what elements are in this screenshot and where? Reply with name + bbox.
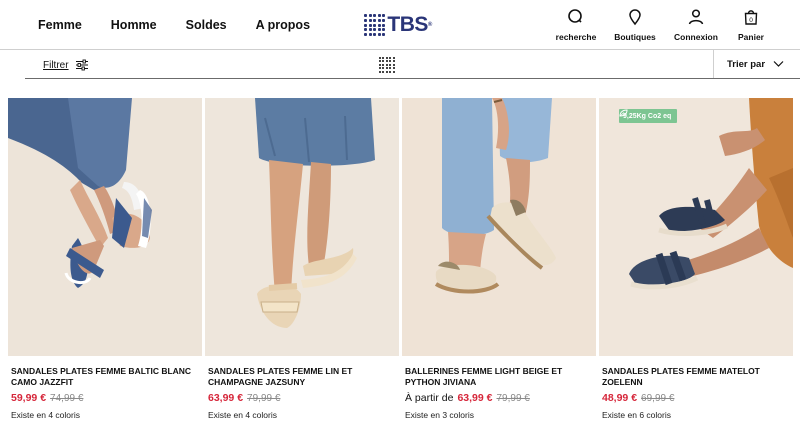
product-image bbox=[205, 98, 399, 356]
product-card[interactable]: 9,25Kg Co2 eq SANDALES PLATES FEMME MATE… bbox=[599, 98, 793, 420]
leaf-icon bbox=[619, 109, 628, 117]
product-image bbox=[8, 98, 202, 356]
sale-price: 59,99 € bbox=[11, 392, 47, 404]
login-button[interactable]: Connexion bbox=[666, 7, 726, 42]
brand-logo[interactable]: TBS® bbox=[364, 14, 432, 36]
filter-label: Filtrer bbox=[43, 59, 69, 71]
color-count: Existe en 4 coloris bbox=[11, 410, 80, 420]
product-card[interactable]: SANDALES PLATES FEMME LIN ET CHAMPAGNE J… bbox=[205, 98, 399, 420]
filter-bar: Filtrer Trier par bbox=[25, 50, 800, 79]
product-prices: 59,99 € 74,99 € bbox=[8, 392, 202, 404]
grid-view-icon[interactable] bbox=[379, 57, 395, 73]
header-tools: recherche Boutiques Connexion 0 Panier bbox=[540, 7, 800, 47]
sale-price: 48,99 € bbox=[602, 392, 638, 404]
product-photo[interactable] bbox=[402, 98, 596, 356]
chevron-down-icon bbox=[773, 61, 784, 67]
color-count: Existe en 4 coloris bbox=[208, 410, 277, 420]
product-card[interactable]: BALLERINES FEMME LIGHT BEIGE ET PYTHON J… bbox=[402, 98, 596, 420]
stores-label: Boutiques bbox=[614, 32, 656, 42]
sale-price: 63,99 € bbox=[457, 392, 493, 404]
cart-label: Panier bbox=[738, 32, 764, 42]
site-header: Femme Homme Soldes A propos TBS® recherc… bbox=[0, 0, 800, 50]
sale-price: 63,99 € bbox=[208, 392, 244, 404]
co2-badge-label: 9,25Kg Co2 eq bbox=[623, 112, 672, 120]
nav-item-femme[interactable]: Femme bbox=[38, 18, 82, 32]
color-count: Existe en 3 coloris bbox=[405, 410, 474, 420]
location-pin-icon bbox=[629, 9, 641, 26]
co2-badge: 9,25Kg Co2 eq bbox=[619, 109, 678, 123]
product-prices: À partir de 63,99 € 79,99 € bbox=[402, 392, 596, 404]
filter-button[interactable]: Filtrer bbox=[43, 58, 89, 72]
product-image bbox=[402, 98, 596, 356]
nav-item-soldes[interactable]: Soldes bbox=[186, 18, 227, 32]
product-prices: 63,99 € 79,99 € bbox=[205, 392, 399, 404]
product-name[interactable]: BALLERINES FEMME LIGHT BEIGE ET PYTHON J… bbox=[402, 366, 596, 387]
sort-label: Trier par bbox=[727, 58, 766, 70]
product-name[interactable]: SANDALES PLATES FEMME BALTIC BLANC CAMO … bbox=[8, 366, 202, 387]
login-label: Connexion bbox=[674, 32, 718, 42]
user-icon bbox=[688, 9, 704, 25]
original-price: 79,99 € bbox=[496, 393, 530, 404]
stores-button[interactable]: Boutiques bbox=[605, 7, 665, 42]
original-price: 69,99 € bbox=[641, 393, 675, 404]
logo-text: TBS® bbox=[387, 13, 432, 36]
product-photo[interactable] bbox=[205, 98, 399, 356]
search-button[interactable]: recherche bbox=[546, 7, 606, 42]
search-label: recherche bbox=[555, 32, 597, 42]
color-count: Existe en 6 coloris bbox=[602, 410, 671, 420]
product-photo[interactable] bbox=[8, 98, 202, 356]
product-photo[interactable]: 9,25Kg Co2 eq bbox=[599, 98, 793, 356]
product-prices: 48,99 € 69,99 € bbox=[599, 392, 793, 404]
original-price: 74,99 € bbox=[50, 393, 84, 404]
product-card[interactable]: SANDALES PLATES FEMME BALTIC BLANC CAMO … bbox=[8, 98, 202, 420]
product-name[interactable]: SANDALES PLATES FEMME LIN ET CHAMPAGNE J… bbox=[205, 366, 399, 387]
product-name[interactable]: SANDALES PLATES FEMME MATELOT ZOELENN bbox=[599, 366, 793, 387]
bag-icon: 0 bbox=[744, 10, 758, 25]
price-prefix: À partir de bbox=[405, 392, 454, 404]
nav-item-homme[interactable]: Homme bbox=[111, 18, 157, 32]
cart-button[interactable]: 0 Panier bbox=[721, 7, 781, 42]
cart-count: 0 bbox=[749, 17, 753, 24]
sliders-icon bbox=[75, 59, 88, 71]
nav-item-a-propos[interactable]: A propos bbox=[256, 18, 310, 32]
original-price: 79,99 € bbox=[247, 393, 281, 404]
search-icon bbox=[568, 9, 582, 23]
main-nav: Femme Homme Soldes A propos bbox=[38, 18, 339, 32]
logo-dots-icon bbox=[364, 14, 386, 36]
sort-dropdown[interactable]: Trier par bbox=[713, 50, 800, 78]
product-image bbox=[599, 98, 793, 356]
